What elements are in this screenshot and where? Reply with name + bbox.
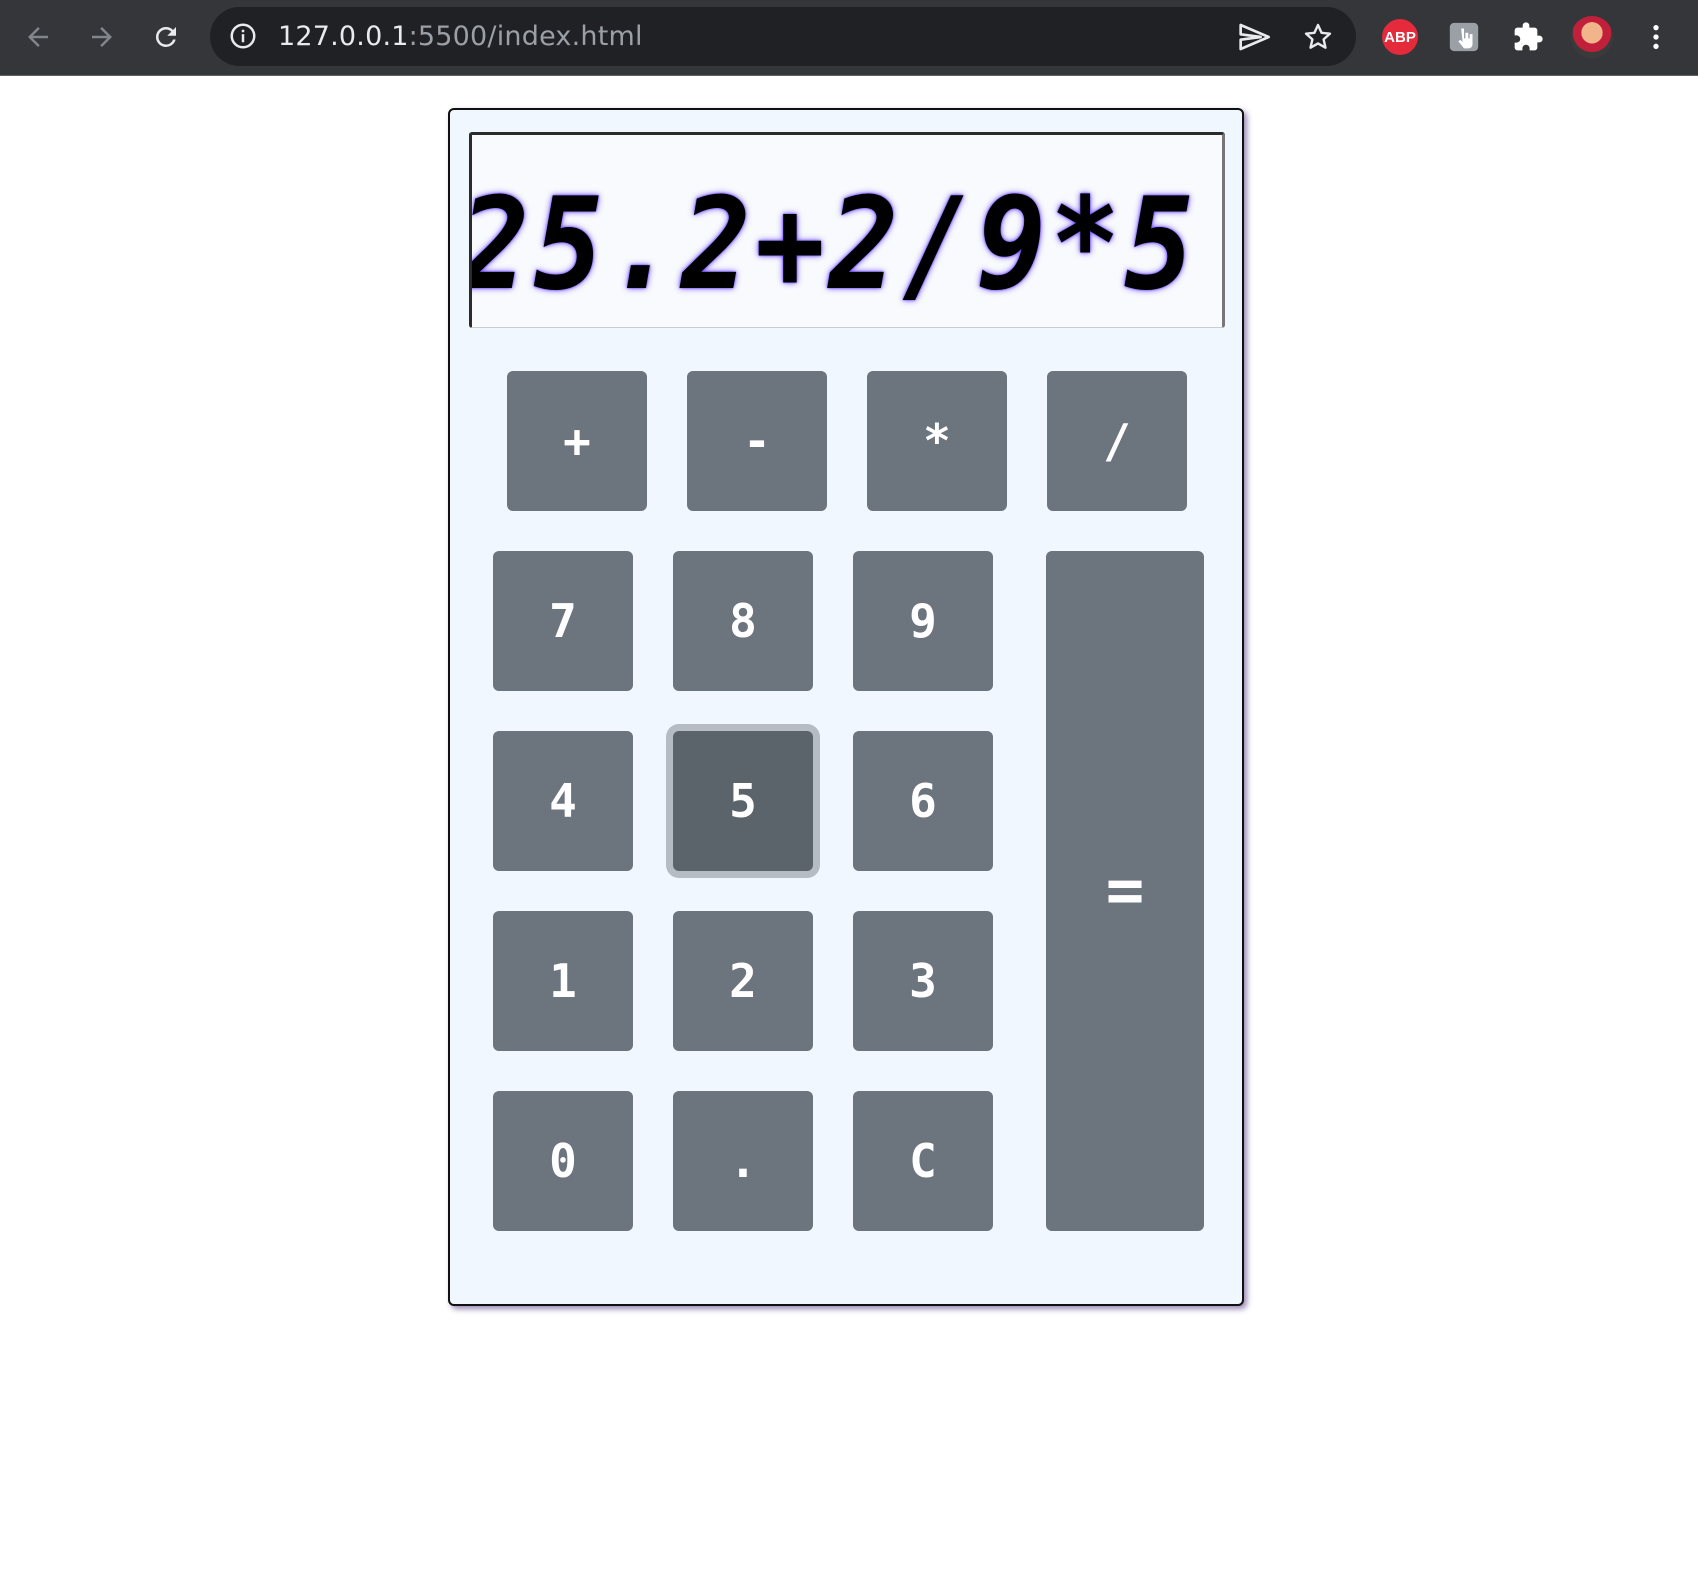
kebab-menu-icon [1653, 25, 1659, 49]
divide-button[interactable]: / [1047, 371, 1187, 511]
arrow-right-icon [92, 27, 112, 47]
equals-button[interactable]: = [1046, 551, 1204, 1231]
digit-9-button[interactable]: 9 [853, 551, 993, 691]
digit-4-button[interactable]: 4 [493, 731, 633, 871]
digit-8-button[interactable]: 8 [673, 551, 813, 691]
info-icon[interactable] [228, 21, 258, 51]
digit-3-button[interactable]: 3 [853, 911, 993, 1051]
back-button[interactable] [19, 18, 57, 56]
digit-2-button[interactable]: 2 [673, 911, 813, 1051]
calculator: 125.2+2/9*5 + - * / 7 8 9 4 5 6 1 2 3 0 … [448, 108, 1244, 1306]
url-path: :5500/index.html [408, 21, 643, 52]
adblock-extension-button[interactable]: ABP [1378, 15, 1422, 59]
multiply-button[interactable]: * [867, 371, 1007, 511]
arrow-left-icon [28, 27, 48, 47]
puzzle-icon [1514, 22, 1543, 51]
add-button[interactable]: + [507, 371, 647, 511]
subtract-button[interactable]: - [687, 371, 827, 511]
calculator-display: 125.2+2/9*5 [469, 132, 1225, 328]
digit-0-button[interactable]: 0 [493, 1091, 633, 1231]
bookmark-button[interactable] [1300, 19, 1336, 55]
send-tab-button[interactable] [1236, 19, 1272, 55]
forward-button[interactable] [83, 18, 121, 56]
digit-6-button[interactable]: 6 [853, 731, 993, 871]
reload-icon [155, 26, 176, 47]
digit-5-button[interactable]: 5 [673, 731, 813, 871]
reload-button[interactable] [147, 18, 185, 56]
browser-menu-button[interactable] [1634, 15, 1678, 59]
extension-button[interactable] [1442, 15, 1486, 59]
clear-button[interactable]: C [853, 1091, 993, 1231]
star-icon [1304, 23, 1332, 49]
abp-icon: ABP [1382, 19, 1418, 55]
avatar [1571, 16, 1613, 58]
decimal-button[interactable]: . [673, 1091, 813, 1231]
profile-button[interactable] [1570, 15, 1614, 59]
hand-pointer-icon [1449, 22, 1479, 52]
display-expression: 125.2+2/9*5 [472, 170, 1198, 319]
address-bar[interactable]: 127.0.0.1:5500/index.html [210, 7, 1356, 66]
send-icon [1239, 23, 1270, 51]
extensions-button[interactable] [1506, 15, 1550, 59]
url-text[interactable]: 127.0.0.1:5500/index.html [278, 21, 643, 52]
browser-toolbar: 127.0.0.1:5500/index.html ABP [0, 0, 1698, 76]
digit-1-button[interactable]: 1 [493, 911, 633, 1051]
url-host: 127.0.0.1 [278, 21, 409, 52]
digit-7-button[interactable]: 7 [493, 551, 633, 691]
